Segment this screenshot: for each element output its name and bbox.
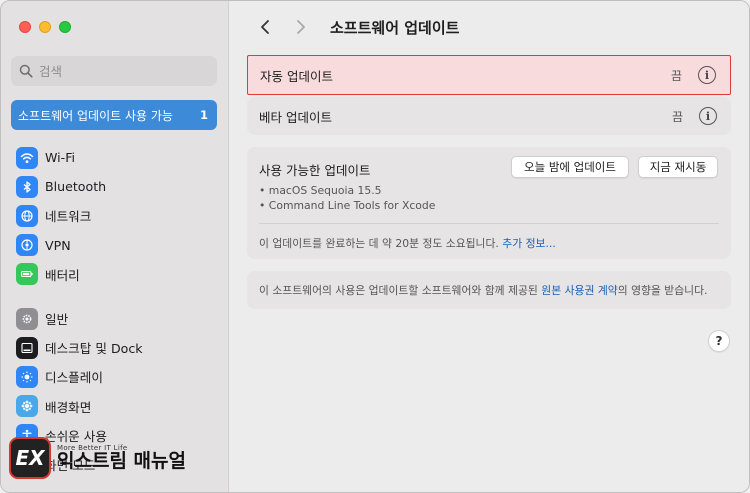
auto-update-controls: 끔 i — [671, 66, 716, 84]
beta-update-row[interactable]: 베타 업데이트 끔 i — [247, 97, 731, 135]
sidebar-item-label: 소프트웨어 업데이트 사용 가능 — [18, 108, 173, 123]
close-window-button[interactable] — [19, 21, 31, 33]
wifi-icon — [16, 146, 38, 169]
sidebar-item-label: 배터리 — [45, 267, 80, 283]
vpn-icon — [16, 234, 38, 257]
sidebar-item-bluetooth[interactable]: Bluetooth — [11, 172, 217, 201]
search-input[interactable] — [39, 63, 209, 79]
license-text-after: 의 영향을 받습니다. — [617, 284, 708, 297]
chevron-left-icon — [261, 20, 269, 34]
battery-icon — [16, 263, 38, 286]
sidebar-item-desktop-dock[interactable]: 데스크탑 및 Dock — [11, 333, 217, 362]
update-count-badge: 1 — [199, 108, 208, 122]
bluetooth-icon — [16, 175, 38, 198]
sidebar-item-network[interactable]: 네트워크 — [11, 201, 217, 230]
settings-window: 소프트웨어 업데이트 사용 가능 1 Wi-Fi Bluetooth 네트 — [0, 0, 750, 493]
sidebar-item-label: Wi-Fi — [45, 150, 76, 166]
watermark-logo: EX More Better IT Life 익스트림 매뉴얼 — [9, 437, 186, 479]
back-button[interactable] — [252, 14, 278, 40]
available-updates-title: 사용 가능한 업데이트 — [259, 163, 371, 178]
sidebar-item-label: 디스플레이 — [45, 370, 103, 386]
info-icon[interactable]: i — [699, 107, 717, 125]
gear-icon — [16, 307, 38, 330]
globe-icon — [16, 204, 38, 227]
forward-button[interactable] — [288, 14, 314, 40]
beta-update-label: 베타 업데이트 — [259, 109, 332, 125]
display-icon — [16, 365, 38, 388]
update-list: • macOS Sequoia 15.5 • Command Line Tool… — [259, 183, 435, 213]
license-text-before: 이 소프트웨어의 사용은 업데이트할 소프트웨어와 함께 제공된 — [259, 284, 542, 297]
list-item: • Command Line Tools for Xcode — [259, 199, 436, 212]
minimize-window-button[interactable] — [39, 21, 51, 33]
logo-mark: EX — [9, 437, 51, 479]
update-duration-note: 이 업데이트를 완료하는 데 약 20분 정도 소요됩니다. 추가 정보... — [259, 235, 556, 251]
logo-title: 익스트림 매뉴얼 — [57, 450, 186, 473]
chevron-right-icon — [297, 20, 305, 34]
sidebar-item-label: 데스크탑 및 Dock — [45, 341, 143, 357]
sidebar: 소프트웨어 업데이트 사용 가능 1 Wi-Fi Bluetooth 네트 — [1, 1, 229, 492]
sidebar-item-display[interactable]: 디스플레이 — [11, 362, 217, 391]
divider — [259, 223, 719, 224]
restart-now-button[interactable]: 지금 재시동 — [638, 156, 718, 178]
auto-update-row[interactable]: 자동 업데이트 끔 i — [247, 55, 731, 95]
zoom-window-button[interactable] — [59, 21, 71, 33]
more-info-link[interactable]: 추가 정보... — [502, 237, 555, 250]
sidebar-item-vpn[interactable]: VPN — [11, 231, 217, 260]
main-pane: 소프트웨어 업데이트 자동 업데이트 끔 i 베타 업데이트 끔 i 사용 가능… — [230, 1, 749, 492]
update-note-text: 이 업데이트를 완료하는 데 약 20분 정도 소요됩니다. — [259, 237, 499, 250]
sidebar-item-label: Bluetooth — [45, 179, 107, 195]
sidebar-item-battery[interactable]: 배터리 — [11, 260, 217, 289]
window-controls — [19, 21, 71, 33]
sidebar-item-wifi[interactable]: Wi-Fi — [11, 143, 217, 172]
dock-icon — [16, 336, 38, 359]
auto-update-status: 끔 — [670, 68, 682, 83]
sidebar-item-label: 네트워크 — [45, 209, 92, 225]
sidebar-item-label: VPN — [45, 237, 71, 253]
sidebar-item-general[interactable]: 일반 — [11, 304, 217, 333]
auto-update-label: 자동 업데이트 — [260, 68, 333, 84]
sidebar-item-label: 배경화면 — [45, 399, 92, 415]
sidebar-item-wallpaper[interactable]: 배경화면 — [11, 392, 217, 421]
search-icon — [19, 64, 33, 78]
wallpaper-icon — [16, 395, 38, 418]
update-tonight-button[interactable]: 오늘 밤에 업데이트 — [511, 156, 629, 178]
sidebar-group-network: Wi-Fi Bluetooth 네트워크 VPN 배터리 — [11, 143, 217, 289]
sidebar-item-label: 일반 — [45, 312, 69, 328]
list-item: • macOS Sequoia 15.5 — [259, 184, 382, 197]
toolbar: 소프트웨어 업데이트 — [230, 1, 749, 53]
beta-update-controls: 끔 i — [672, 107, 717, 125]
search-box[interactable] — [11, 56, 217, 86]
license-agreement-link[interactable]: 원본 사용권 계약 — [541, 282, 617, 298]
license-card: 이 소프트웨어의 사용은 업데이트할 소프트웨어와 함께 제공된 원본 사용권 … — [247, 271, 731, 309]
sidebar-item-software-update-available[interactable]: 소프트웨어 업데이트 사용 가능 1 — [11, 100, 217, 130]
page-title: 소프트웨어 업데이트 — [330, 18, 460, 37]
logo-text: More Better IT Life 익스트림 매뉴얼 — [57, 444, 186, 472]
help-button[interactable]: ? — [708, 330, 730, 352]
available-updates-card: 사용 가능한 업데이트 오늘 밤에 업데이트 지금 재시동 • macOS Se… — [247, 147, 731, 259]
info-icon[interactable]: i — [698, 66, 716, 84]
beta-update-status: 끔 — [671, 109, 683, 124]
